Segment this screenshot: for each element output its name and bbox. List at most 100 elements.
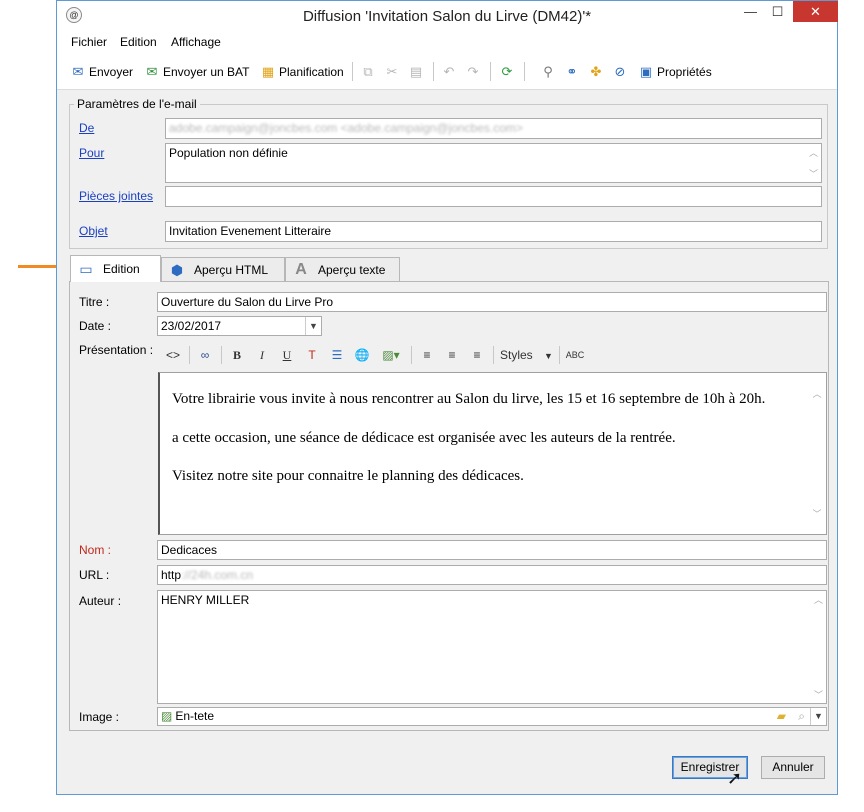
toolbar-separator [352,62,353,81]
text-a-icon: A [295,261,307,278]
scroll-down-icon[interactable]: ﹀ [806,167,821,180]
align-center-icon[interactable]: ≡ [441,345,463,365]
scroll-up-icon[interactable]: ︿ [808,387,826,400]
planning-button[interactable]: ▦ Planification [260,63,344,81]
tab-edition[interactable]: ▭ Edition [70,255,161,282]
paste-icon[interactable]: ▤ [408,63,427,81]
maximize-button[interactable]: ☐ [764,1,791,22]
align-right-icon[interactable]: ≡ [466,345,488,365]
send-proof-label: Envoyer un BAT [163,65,250,79]
menu-edition[interactable]: Edition [120,35,157,49]
tab-html-preview[interactable]: ⬢ Aperçu HTML [161,257,285,282]
toolbar-separator [490,62,491,81]
italic-icon[interactable]: I [251,345,273,365]
subject-link[interactable]: Objet [79,224,108,238]
attachments-field[interactable] [165,186,822,207]
image-value: En-tete [175,709,215,723]
underline-icon[interactable]: U [276,345,298,365]
rte-separator [189,345,190,364]
to-field[interactable]: Population non définie ︿ ﹀ [165,143,822,183]
nom-field[interactable]: Dedicaces [157,540,827,560]
scroll-down-icon[interactable]: ﹀ [808,507,826,520]
link-icon[interactable]: ⚭ [564,63,583,81]
edit-window-icon: ▭ [79,261,93,277]
properties-button[interactable]: ▣ Propriétés [638,63,712,81]
tab-text-preview-label: Aperçu texte [318,263,386,277]
to-value: Population non définie [169,146,288,160]
cancel-button[interactable]: Annuler [761,756,825,779]
tab-edition-label: Edition [103,262,140,276]
mouse-cursor-icon: ➚ [727,768,743,788]
calendar-icon: ▦ [261,64,275,79]
align-left-icon[interactable]: ≡ [416,345,438,365]
rte-separator [221,345,222,364]
insert-link-icon[interactable]: 🌐 [351,345,373,365]
rich-text-toolbar: <> ∞ B I U T ☰ 🌐 ▨▾ ≡ ≡ ≡ Styles ▼ ABC [158,341,827,368]
date-field[interactable]: 23/02/2017 ▼ [157,316,322,336]
gift-icon[interactable]: ✤ [588,63,607,81]
presentation-editor[interactable]: Votre librairie vous invite à nous renco… [158,372,827,535]
date-label: Date : [79,319,112,333]
tab-text-preview[interactable]: A Aperçu texte [285,257,400,282]
rte-separator [493,345,494,364]
copy-icon[interactable]: ⧉ [360,63,379,81]
title-bar: @ Diffusion 'Invitation Salon du Lirve (… [57,1,838,32]
cut-icon[interactable]: ✂ [384,63,403,81]
image-field[interactable]: ▨ En-tete ▰ ⌕ ▼ [157,707,827,726]
image-label: Image : [79,710,120,724]
editor-paragraph: Visitez notre site pour connaitre le pla… [172,468,524,484]
from-field[interactable]: adobe.campaign@joncbes.com <adobe.campai… [165,118,822,139]
toolbar-separator [524,62,525,81]
rte-separator [411,345,412,364]
redo-icon[interactable]: ↷ [465,63,484,81]
properties-label: Propriétés [657,65,712,79]
auteur-value: HENRY MILLER [161,593,250,607]
close-button[interactable]: ✕ [793,1,838,22]
attachment-icon[interactable]: ⚲ [540,63,559,81]
url-field[interactable]: http://24h.com.cn [157,565,827,585]
styles-dropdown[interactable]: Styles ▼ [498,345,554,365]
from-link[interactable]: De [79,121,94,135]
chevron-down-icon[interactable]: ▼ [810,708,826,725]
menu-affichage[interactable]: Affichage [171,35,221,49]
subject-value: Invitation Evenement Litteraire [169,224,332,238]
planning-label: Planification [279,65,344,79]
spellcheck-icon[interactable]: ABC [564,345,586,365]
editor-scrollbar[interactable]: ︿ ﹀ [808,373,826,534]
auteur-scrollbar[interactable]: ︿ ﹀ [811,591,826,703]
folder-icon[interactable]: ▰ [777,709,786,723]
titre-field[interactable]: Ouverture du Salon du Lirve Pro [157,292,827,312]
minimize-button[interactable]: — [737,1,764,22]
attachments-link[interactable]: Pièces jointes [79,189,153,203]
subject-field[interactable]: Invitation Evenement Litteraire [165,221,822,242]
refresh-icon[interactable]: ⟳ [499,63,518,81]
bold-icon[interactable]: B [226,345,248,365]
chevron-down-icon[interactable]: ▼ [305,317,321,335]
menu-bar: Fichier Edition Affichage [57,32,837,52]
envelope-check-icon: ✉ [146,64,158,79]
search-icon[interactable]: ⌕ [798,709,805,724]
tracking-icon[interactable]: ⊘ [612,63,631,81]
nom-label: Nom : [79,543,112,557]
send-button[interactable]: ✉ Envoyer [70,63,133,81]
to-scrollbar[interactable]: ︿ ﹀ [806,144,821,182]
menu-fichier[interactable]: Fichier [71,35,107,49]
send-label: Envoyer [89,65,134,79]
email-params-title: Paramètres de l'e-mail [74,97,200,111]
scroll-up-icon[interactable]: ︿ [806,146,821,159]
envelope-icon: ✉ [72,64,84,79]
tab-html-preview-label: Aperçu HTML [194,263,269,277]
dialog-window: @ Diffusion 'Invitation Salon du Lirve (… [56,0,838,795]
to-link[interactable]: Pour [79,146,104,160]
undo-icon[interactable]: ↶ [441,63,460,81]
window-title: Diffusion 'Invitation Salon du Lirve (DM… [302,8,592,25]
find-binoculars-icon[interactable]: ∞ [194,345,216,365]
source-code-icon[interactable]: <> [162,345,184,365]
scroll-down-icon[interactable]: ﹀ [811,688,826,701]
send-proof-button[interactable]: ✉ Envoyer un BAT [144,63,250,81]
insert-image-icon[interactable]: ▨▾ [376,345,406,365]
auteur-field[interactable]: HENRY MILLER ︿ ﹀ [157,590,827,704]
text-color-icon[interactable]: T [301,345,323,365]
scroll-up-icon[interactable]: ︿ [811,593,826,606]
bullet-list-icon[interactable]: ☰ [326,345,348,365]
